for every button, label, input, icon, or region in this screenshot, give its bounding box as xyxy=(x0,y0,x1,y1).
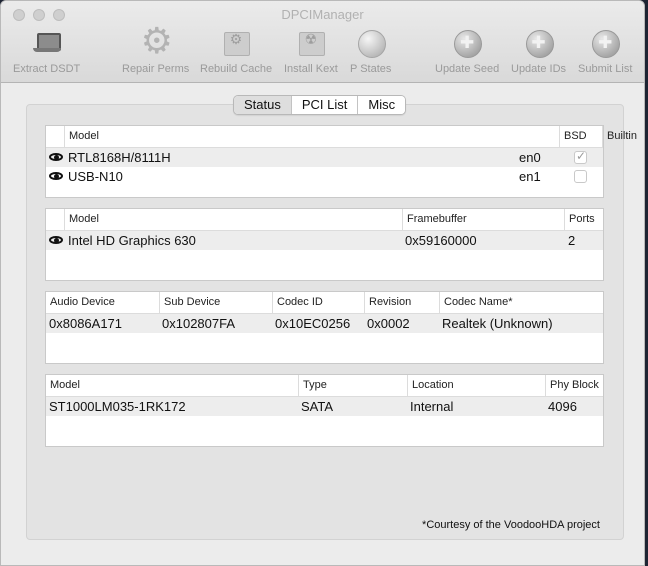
builtin-checkbox[interactable] xyxy=(574,170,587,183)
table-header: Model Type Location Phy Block xyxy=(46,375,603,397)
cell-sub-device: 0x102807FA xyxy=(162,316,236,331)
network-table[interactable]: Model BSD Builtin RTL8168H/8111H en0 USB… xyxy=(45,125,637,198)
table-row[interactable]: Intel HD Graphics 630 0x59160000 2 xyxy=(46,231,603,250)
sphere-icon xyxy=(356,29,386,58)
storage-table[interactable]: Model Type Location Phy Block ST1000LM03… xyxy=(45,374,604,447)
globe-icon xyxy=(452,29,483,58)
titlebar-toolbar: DPCIManager Extract DSDT Repair Perms Re… xyxy=(1,1,644,83)
toolbar-label: Update IDs xyxy=(511,63,567,75)
p-states-button[interactable]: P States xyxy=(350,29,391,75)
column-spacer xyxy=(559,126,605,147)
table-row xyxy=(46,416,603,435)
column-header[interactable]: Type xyxy=(298,375,407,396)
table-row[interactable]: USB-N10 en1 xyxy=(46,167,603,186)
toolbar-label: Update Seed xyxy=(435,63,500,75)
column-header[interactable]: Codec Name* xyxy=(439,292,604,313)
toolbar-label: Install Kext xyxy=(284,63,338,75)
submit-list-button[interactable]: Submit List xyxy=(578,29,632,75)
cell-revision: 0x0002 xyxy=(367,316,410,331)
globe-icon xyxy=(524,29,554,58)
tab-bar: Status PCI List Misc xyxy=(233,95,407,115)
table-row[interactable]: ST1000LM035-1RK172 SATA Internal 4096 xyxy=(46,397,603,416)
window-title: DPCIManager xyxy=(281,7,364,22)
column-header[interactable]: Codec ID xyxy=(272,292,364,313)
graphics-table[interactable]: Model Framebuffer Ports Intel HD Graphic… xyxy=(45,208,604,281)
cell-codec-id: 0x10EC0256 xyxy=(275,316,351,331)
column-header[interactable]: Model xyxy=(64,126,556,147)
eye-icon[interactable] xyxy=(48,150,64,164)
gear-icon xyxy=(141,21,171,61)
column-header[interactable]: Revision xyxy=(364,292,439,313)
cell-model: USB-N10 xyxy=(68,169,123,184)
cell-type: SATA xyxy=(301,399,334,414)
cell-model: RTL8168H/8111H xyxy=(68,150,171,165)
globe-icon xyxy=(590,29,621,58)
update-seed-button[interactable]: Update Seed xyxy=(435,29,499,75)
table-header: Model Framebuffer Ports xyxy=(46,209,603,231)
cell-framebuffer: 0x59160000 xyxy=(405,233,477,248)
install-kext-button[interactable]: Install Kext xyxy=(284,29,338,75)
column-header[interactable]: Framebuffer xyxy=(402,209,564,230)
builtin-checkbox[interactable] xyxy=(574,149,587,164)
table-row xyxy=(46,333,603,352)
cell-model: ST1000LM035-1RK172 xyxy=(49,399,186,414)
column-header[interactable]: Sub Device xyxy=(159,292,272,313)
column-header[interactable]: Model xyxy=(64,209,402,230)
repair-perms-button[interactable]: Repair Perms xyxy=(122,21,190,75)
cell-ports: 2 xyxy=(568,233,576,248)
table-row xyxy=(46,250,603,269)
column-header[interactable]: Audio Device xyxy=(46,292,159,313)
extract-dsdt-button[interactable]: Extract DSDT xyxy=(13,29,80,75)
toolbar-label: Repair Perms xyxy=(122,63,190,75)
toolbar-label: Submit List xyxy=(578,63,633,75)
laptop-icon xyxy=(32,29,62,57)
column-header[interactable]: Model xyxy=(46,375,298,396)
app-window: DPCIManager Extract DSDT Repair Perms Re… xyxy=(0,0,645,566)
gear-box-icon xyxy=(221,29,251,57)
table-row[interactable]: 0x8086A171 0x102807FA 0x10EC0256 0x0002 … xyxy=(46,314,603,333)
table-header: Audio Device Sub Device Codec ID Revisio… xyxy=(46,292,603,314)
rebuild-cache-button[interactable]: Rebuild Cache xyxy=(200,29,272,75)
update-ids-button[interactable]: Update IDs xyxy=(511,29,566,75)
toolbar-label: P States xyxy=(350,63,392,75)
eye-icon[interactable] xyxy=(48,169,64,183)
toolbar-label: Extract DSDT xyxy=(13,63,81,75)
cell-bsd: en0 xyxy=(519,150,541,165)
tab-pci-list[interactable]: PCI List xyxy=(291,96,359,114)
cell-model: Intel HD Graphics 630 xyxy=(68,233,196,248)
kext-icon xyxy=(296,29,326,57)
column-header[interactable]: Ports xyxy=(564,209,604,230)
tab-status[interactable]: Status xyxy=(234,96,292,114)
table-header: Model BSD Builtin xyxy=(46,126,637,148)
column-header[interactable]: Phy Block xyxy=(545,375,604,396)
audio-table[interactable]: Audio Device Sub Device Codec ID Revisio… xyxy=(45,291,604,364)
toolbar-label: Rebuild Cache xyxy=(200,63,273,75)
credit-note: *Courtesy of the VoodooHDA project xyxy=(422,519,600,531)
cell-codec-name: Realtek (Unknown) xyxy=(442,316,553,331)
cell-phy-block: 4096 xyxy=(548,399,577,414)
column-header[interactable]: Location xyxy=(407,375,545,396)
eye-icon[interactable] xyxy=(48,233,64,247)
table-row[interactable]: RTL8168H/8111H en0 xyxy=(46,148,603,167)
cell-bsd: en1 xyxy=(519,169,541,184)
cell-location: Internal xyxy=(410,399,454,414)
cell-audio-device: 0x8086A171 xyxy=(49,316,123,331)
tab-misc[interactable]: Misc xyxy=(358,96,406,114)
column-header[interactable]: Builtin xyxy=(602,126,644,147)
